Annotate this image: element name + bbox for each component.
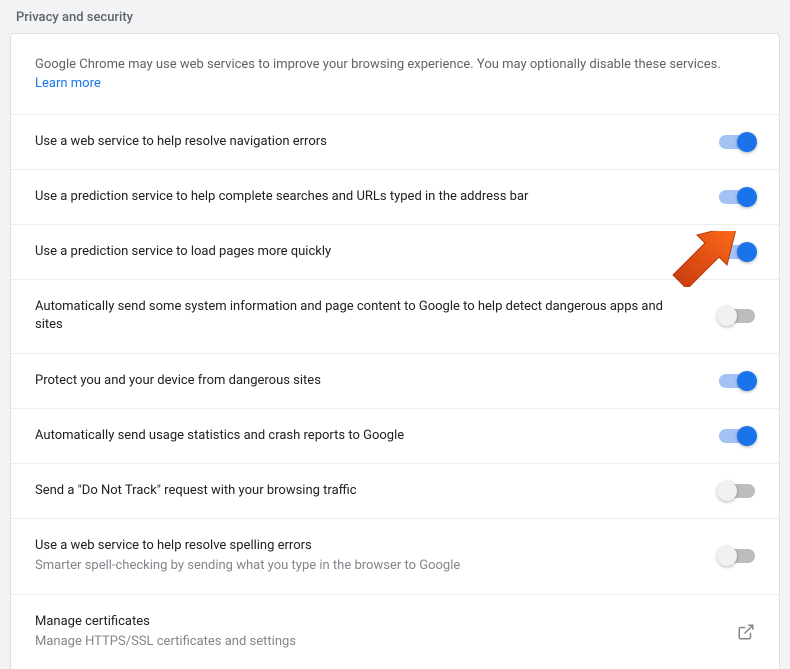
toggle-do-not-track[interactable] xyxy=(719,484,755,498)
row-title: Use a prediction service to help complet… xyxy=(35,188,689,206)
row-title: Automatically send usage statistics and … xyxy=(35,427,689,445)
row-text: Use a web service to help resolve naviga… xyxy=(35,133,719,151)
row-title: Use a web service to help resolve spelli… xyxy=(35,537,689,555)
setting-row-send-system-info: Automatically send some system informati… xyxy=(11,280,779,353)
row-title: Send a "Do Not Track" request with your … xyxy=(35,482,689,500)
setting-row-protect-device: Protect you and your device from dangero… xyxy=(11,354,779,409)
settings-card: Google Chrome may use web services to im… xyxy=(10,33,780,669)
intro-block: Google Chrome may use web services to im… xyxy=(11,34,779,115)
row-text: Use a prediction service to help complet… xyxy=(35,188,719,206)
row-title: Manage certificates xyxy=(35,613,707,631)
toggle-knob xyxy=(717,546,737,566)
setting-row-spelling: Use a web service to help resolve spelli… xyxy=(11,519,779,594)
toggle-usage-stats[interactable] xyxy=(719,429,755,443)
toggle-knob xyxy=(737,242,757,262)
row-title: Use a prediction service to load pages m… xyxy=(35,243,689,261)
setting-row-usage-stats: Automatically send usage statistics and … xyxy=(11,409,779,464)
toggle-knob xyxy=(737,426,757,446)
learn-more-link[interactable]: Learn more xyxy=(35,76,101,91)
toggle-knob xyxy=(717,306,737,326)
row-text: Use a prediction service to load pages m… xyxy=(35,243,719,261)
toggle-knob xyxy=(717,481,737,501)
setting-row-nav-errors: Use a web service to help resolve naviga… xyxy=(11,115,779,170)
toggle-prediction-search[interactable] xyxy=(719,190,755,204)
row-text: Protect you and your device from dangero… xyxy=(35,372,719,390)
toggle-spelling[interactable] xyxy=(719,549,755,563)
section-title: Privacy and security xyxy=(16,10,133,25)
setting-row-prediction-load: Use a prediction service to load pages m… xyxy=(11,225,779,280)
row-title: Protect you and your device from dangero… xyxy=(35,372,689,390)
setting-row-do-not-track: Send a "Do Not Track" request with your … xyxy=(11,464,779,519)
row-subtitle: Smarter spell-checking by sending what y… xyxy=(35,557,689,575)
section-header: Privacy and security xyxy=(0,0,790,33)
external-link-icon[interactable] xyxy=(737,623,755,641)
setting-row-manage-certificates[interactable]: Manage certificates Manage HTTPS/SSL cer… xyxy=(11,595,779,669)
row-text: Manage certificates Manage HTTPS/SSL cer… xyxy=(35,613,737,651)
toggle-nav-errors[interactable] xyxy=(719,135,755,149)
row-text: Automatically send some system informati… xyxy=(35,298,719,334)
toggle-protect-device[interactable] xyxy=(719,374,755,388)
row-title: Automatically send some system informati… xyxy=(35,298,689,334)
row-text: Use a web service to help resolve spelli… xyxy=(35,537,719,575)
toggle-knob xyxy=(737,187,757,207)
row-text: Send a "Do Not Track" request with your … xyxy=(35,482,719,500)
row-subtitle: Manage HTTPS/SSL certificates and settin… xyxy=(35,633,707,651)
toggle-prediction-load[interactable] xyxy=(719,245,755,259)
row-text: Automatically send usage statistics and … xyxy=(35,427,719,445)
row-title: Use a web service to help resolve naviga… xyxy=(35,133,689,151)
toggle-knob xyxy=(737,132,757,152)
toggle-knob xyxy=(737,371,757,391)
intro-text: Google Chrome may use web services to im… xyxy=(35,57,721,72)
toggle-send-system-info[interactable] xyxy=(719,309,755,323)
setting-row-prediction-search: Use a prediction service to help complet… xyxy=(11,170,779,225)
